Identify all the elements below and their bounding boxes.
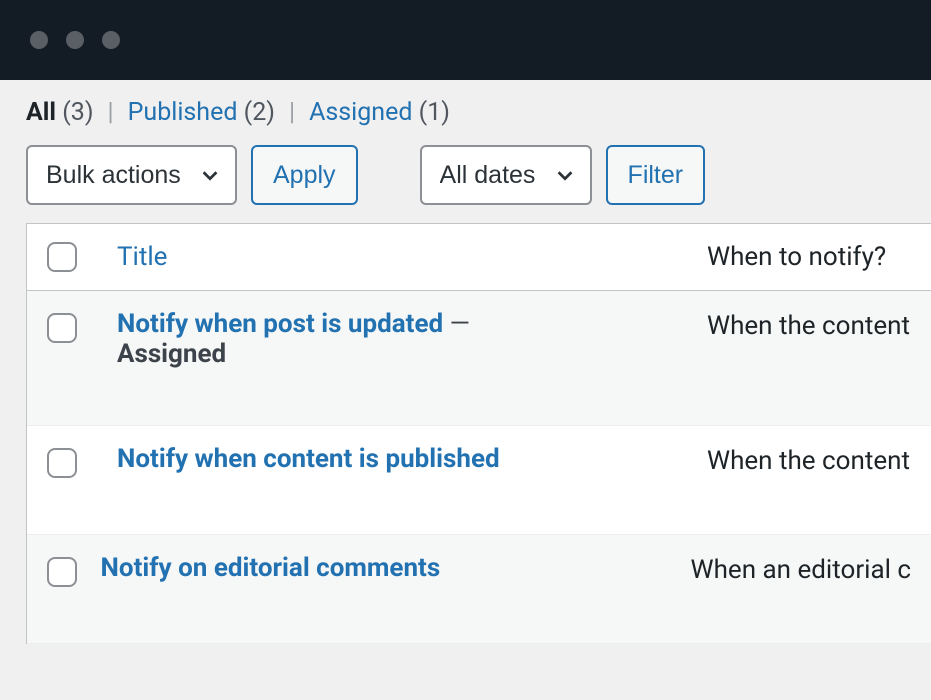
status-separator: — — [450, 309, 470, 339]
row-checkbox[interactable] — [47, 557, 77, 587]
separator: | — [104, 98, 118, 127]
table-row: Notify when post is updated — Assigned W… — [27, 291, 931, 426]
select-all-checkbox[interactable] — [47, 242, 77, 272]
posts-table: Title When to notify? Notify when post i… — [26, 223, 931, 644]
traffic-light-minimize[interactable] — [66, 31, 84, 49]
table-row: Notify when content is published When th… — [27, 426, 931, 535]
traffic-light-zoom[interactable] — [102, 31, 120, 49]
column-when-label: When to notify? — [707, 242, 911, 272]
window-titlebar — [0, 0, 931, 80]
table-header-row: Title When to notify? — [27, 224, 931, 291]
separator: | — [285, 98, 299, 127]
column-title-sort[interactable]: Title — [117, 242, 167, 272]
filter-all-count: (3) — [62, 98, 93, 127]
bulk-actions-wrap: Bulk actions — [26, 145, 237, 205]
bulk-actions-select[interactable]: Bulk actions — [26, 145, 237, 205]
date-filter-select[interactable]: All dates — [420, 145, 592, 205]
row-checkbox[interactable] — [47, 313, 77, 343]
row-title-link[interactable]: Notify when post is updated — [117, 309, 443, 339]
filter-assigned-label: Assigned — [309, 98, 412, 127]
row-when-text: When the content — [707, 309, 911, 341]
filter-assigned[interactable]: Assigned (1) — [309, 98, 450, 127]
row-status: Assigned — [117, 339, 226, 369]
row-checkbox[interactable] — [47, 448, 77, 478]
date-filter-wrap: All dates — [420, 145, 592, 205]
filter-all[interactable]: All (3) — [26, 98, 94, 127]
table-row: Notify on editorial comments When an edi… — [27, 535, 931, 644]
filter-published[interactable]: Published (2) — [128, 98, 275, 127]
row-title-link[interactable]: Notify on editorial comments — [101, 553, 441, 583]
row-when-text: When the content — [707, 444, 911, 476]
filter-assigned-count: (1) — [419, 98, 450, 127]
traffic-light-close[interactable] — [30, 31, 48, 49]
row-when-text: When an editorial c — [691, 553, 911, 585]
row-title-link[interactable]: Notify when content is published — [117, 444, 500, 474]
tablenav-top: Bulk actions Apply All dates Filter — [0, 145, 931, 223]
status-filter-links: All (3) | Published (2) | Assigned (1) — [0, 98, 931, 145]
filter-button[interactable]: Filter — [606, 145, 706, 205]
filter-published-label: Published — [128, 98, 238, 127]
apply-button[interactable]: Apply — [251, 145, 358, 205]
filter-published-count: (2) — [244, 98, 275, 127]
filter-all-label: All — [26, 98, 56, 127]
admin-content: All (3) | Published (2) | Assigned (1) B… — [0, 80, 931, 644]
